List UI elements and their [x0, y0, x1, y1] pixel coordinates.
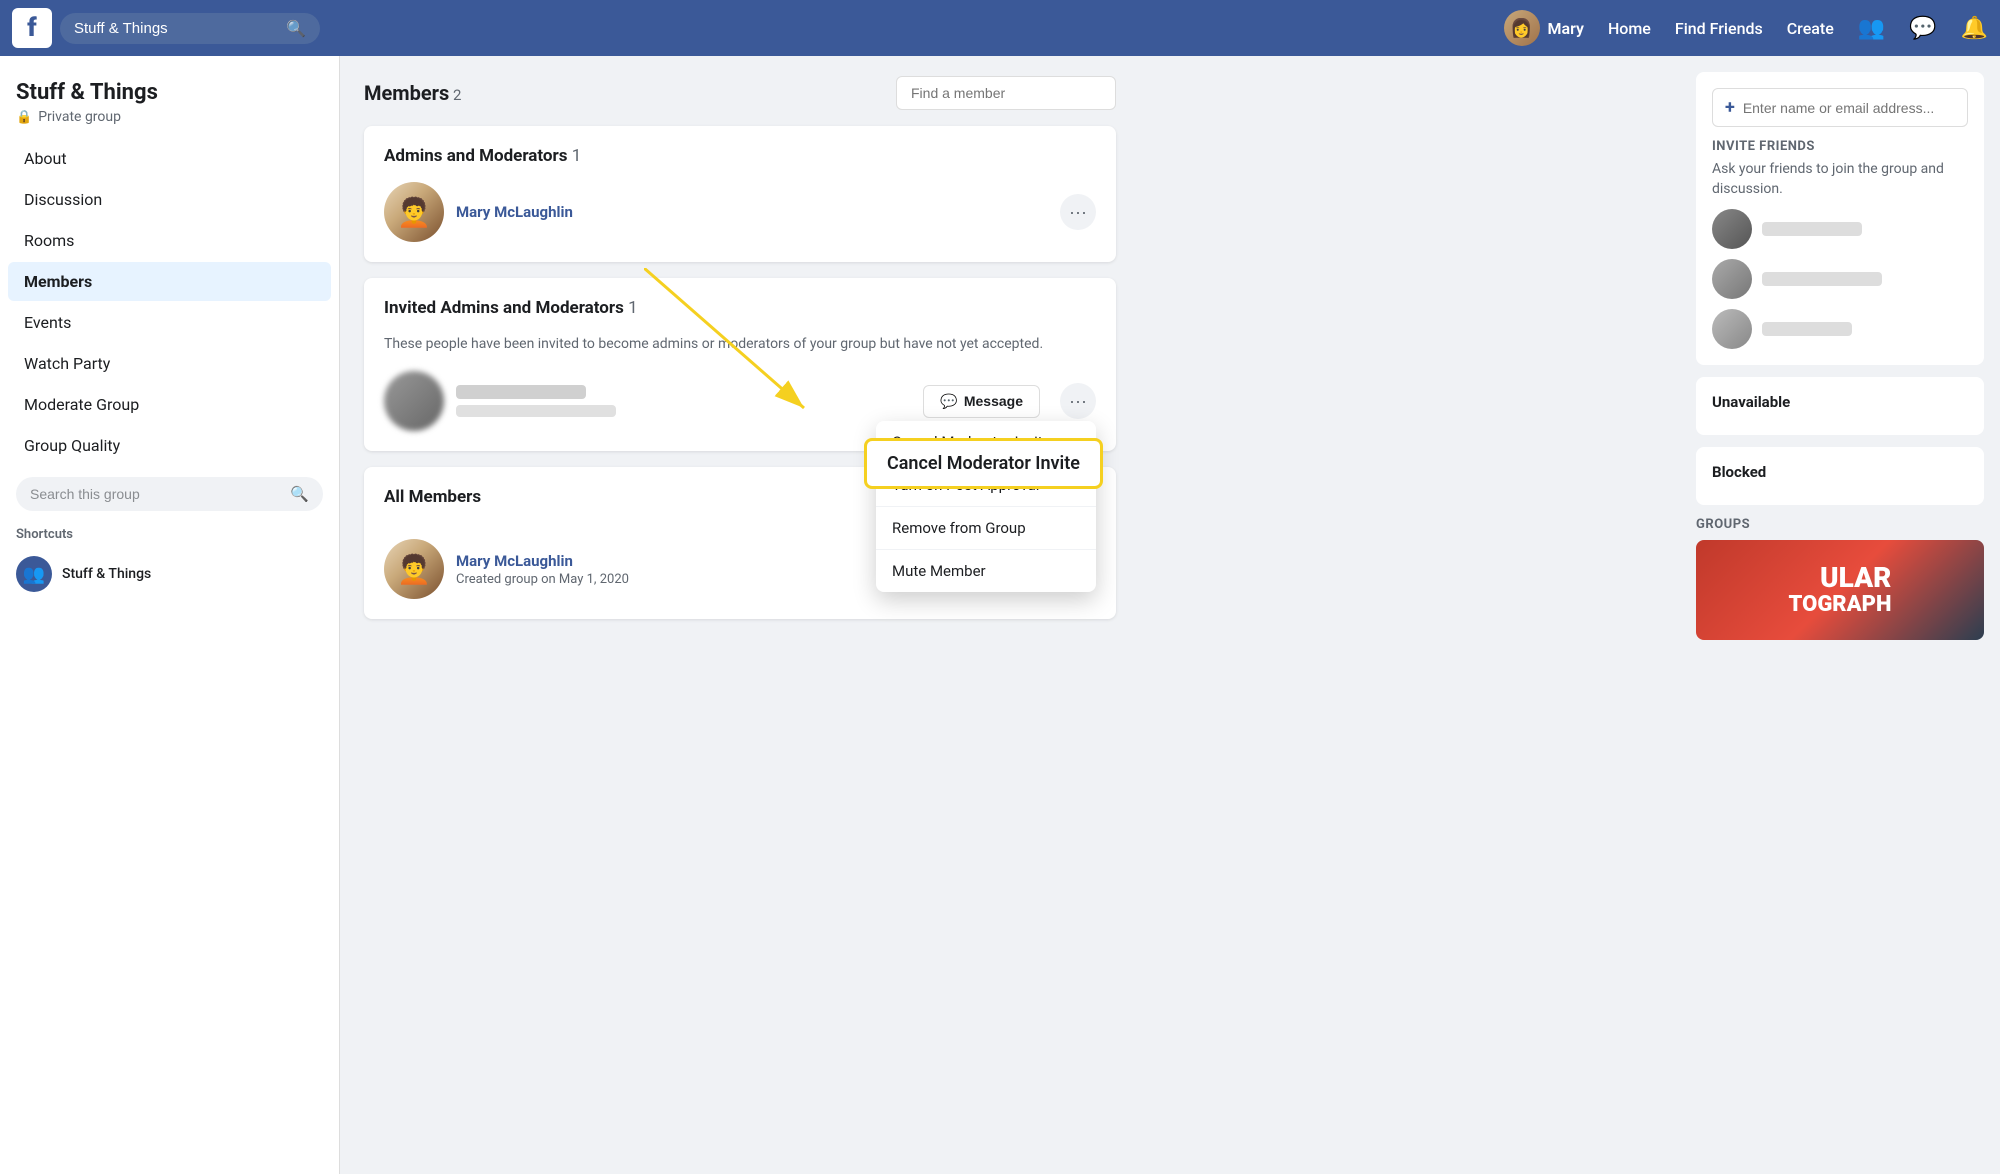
unavailable-section: Unavailable [1696, 377, 1984, 435]
search-group-bar[interactable]: 🔍 [16, 477, 323, 511]
admin-avatar: 🧑‍🦱 [384, 182, 444, 242]
group-name: Stuff & Things [0, 72, 339, 109]
main-content: Members 2 Admins and Moderators 1 🧑‍🦱 Ma… [340, 56, 1140, 1174]
shortcut-stuff-things[interactable]: 👥 Stuff & Things [16, 550, 323, 598]
members-header: Members 2 [364, 76, 1116, 110]
facebook-logo: f [12, 8, 52, 48]
invited-title: Invited Admins and Moderators 1 [384, 298, 1096, 318]
search-input[interactable] [74, 20, 278, 37]
message-button[interactable]: 💬 Message [923, 385, 1040, 418]
friend-avatar-3 [1712, 309, 1752, 349]
dropdown-mute-member[interactable]: Mute Member [876, 550, 1096, 592]
sidebar-item-members[interactable]: Members [8, 262, 331, 301]
sidebar-item-about[interactable]: About [8, 139, 331, 178]
nav-home-link[interactable]: Home [1608, 19, 1651, 38]
sidebar-item-discussion[interactable]: Discussion [8, 180, 331, 219]
blocked-section: Blocked [1696, 447, 1984, 505]
sidebar-item-events[interactable]: Events [8, 303, 331, 342]
invite-friend-3[interactable] [1712, 309, 1968, 349]
friend-name-blurred-3 [1762, 322, 1852, 336]
members-title: Members [364, 81, 449, 105]
callout-box: Cancel Moderator Invite [864, 438, 1103, 489]
shortcut-group-icon: 👥 [16, 556, 52, 592]
invited-subtitle-blurred [456, 405, 616, 417]
nav-find-friends-link[interactable]: Find Friends [1675, 19, 1763, 38]
shortcuts-section: Shortcuts 👥 Stuff & Things [0, 527, 339, 598]
find-member-input[interactable] [896, 76, 1116, 110]
all-members-title: All Members [384, 487, 481, 507]
top-navigation: f 🔍 👩 Mary Home Find Friends Create 👥 💬 … [0, 0, 2000, 56]
invited-name-blurred [456, 385, 586, 399]
nav-username: Mary [1548, 19, 1584, 38]
search-bar[interactable]: 🔍 [60, 13, 320, 44]
sidebar-item-rooms[interactable]: Rooms [8, 221, 331, 260]
search-group-icon: 🔍 [290, 485, 309, 503]
friend-avatar-1 [1712, 209, 1752, 249]
sidebar-item-moderate-group[interactable]: Moderate Group [8, 385, 331, 424]
other-groups-section: GROUPS ULAR TOGRAPH [1696, 517, 1984, 640]
shortcuts-label: Shortcuts [16, 527, 323, 542]
sidebar-nav: About Discussion Rooms Members Events Wa… [0, 139, 339, 465]
admin-more-button[interactable]: ··· [1060, 194, 1096, 230]
right-sidebar: + INVITE FRIENDS Ask your friends to joi… [1680, 56, 2000, 1174]
admin-member-info: Mary McLaughlin [456, 203, 1048, 221]
friend-name-blurred-1 [1762, 222, 1862, 236]
invited-avatar [384, 371, 444, 431]
search-group-input[interactable] [30, 486, 282, 502]
admin-member-name[interactable]: Mary McLaughlin [456, 203, 1048, 221]
invite-add-row[interactable]: + [1712, 88, 1968, 127]
admin-member-row: 🧑‍🦱 Mary McLaughlin ··· [384, 182, 1096, 242]
other-group-card[interactable]: ULAR TOGRAPH [1696, 540, 1984, 640]
left-sidebar: Stuff & Things 🔒 Private group About Dis… [0, 56, 340, 1174]
bell-icon[interactable]: 🔔 [1961, 16, 1988, 41]
invite-friend-2[interactable] [1712, 259, 1968, 299]
admins-section: Admins and Moderators 1 🧑‍🦱 Mary McLaugh… [364, 126, 1116, 262]
people-icon[interactable]: 👥 [1858, 16, 1885, 41]
avatar: 👩 [1504, 10, 1540, 46]
invite-section: + INVITE FRIENDS Ask your friends to joi… [1696, 72, 1984, 365]
other-groups-label: GROUPS [1696, 517, 1984, 532]
all-member-avatar: 🧑‍🦱 [384, 539, 444, 599]
invited-section: Invited Admins and Moderators 1 These pe… [364, 278, 1116, 451]
invited-member-info [456, 385, 911, 417]
admins-title: Admins and Moderators 1 [384, 146, 1096, 166]
invite-email-input[interactable] [1743, 100, 1955, 116]
nav-right: 👩 Mary Home Find Friends Create 👥 💬 🔔 [1504, 10, 1989, 46]
invited-more-button[interactable]: ··· [1060, 383, 1096, 419]
shortcut-label: Stuff & Things [62, 566, 151, 582]
nav-user[interactable]: 👩 Mary [1504, 10, 1584, 46]
dropdown-remove-from-group[interactable]: Remove from Group [876, 507, 1096, 550]
sidebar-item-watch-party[interactable]: Watch Party [8, 344, 331, 383]
search-icon: 🔍 [286, 19, 306, 38]
group-type: 🔒 Private group [0, 109, 339, 137]
sidebar-item-group-quality[interactable]: Group Quality [8, 426, 331, 465]
plus-icon: + [1725, 97, 1735, 118]
unavailable-label: Unavailable [1712, 393, 1968, 411]
invite-friend-1[interactable] [1712, 209, 1968, 249]
invite-label: INVITE FRIENDS [1712, 139, 1968, 154]
friend-avatar-2 [1712, 259, 1752, 299]
lock-icon: 🔒 [16, 110, 32, 125]
other-group-image: ULAR TOGRAPH [1696, 540, 1984, 640]
members-count: 2 [453, 86, 461, 104]
messenger-icon[interactable]: 💬 [1909, 16, 1936, 41]
friend-name-blurred-2 [1762, 272, 1882, 286]
blocked-label: Blocked [1712, 463, 1968, 481]
messenger-btn-icon: 💬 [940, 393, 957, 410]
invite-description: Ask your friends to join the group and d… [1712, 160, 1968, 199]
invited-member-row: 💬 Message ··· Cancel Moderator Invite Tu… [384, 371, 1096, 431]
nav-create-link[interactable]: Create [1787, 19, 1834, 38]
invited-description: These people have been invited to become… [384, 334, 1096, 355]
